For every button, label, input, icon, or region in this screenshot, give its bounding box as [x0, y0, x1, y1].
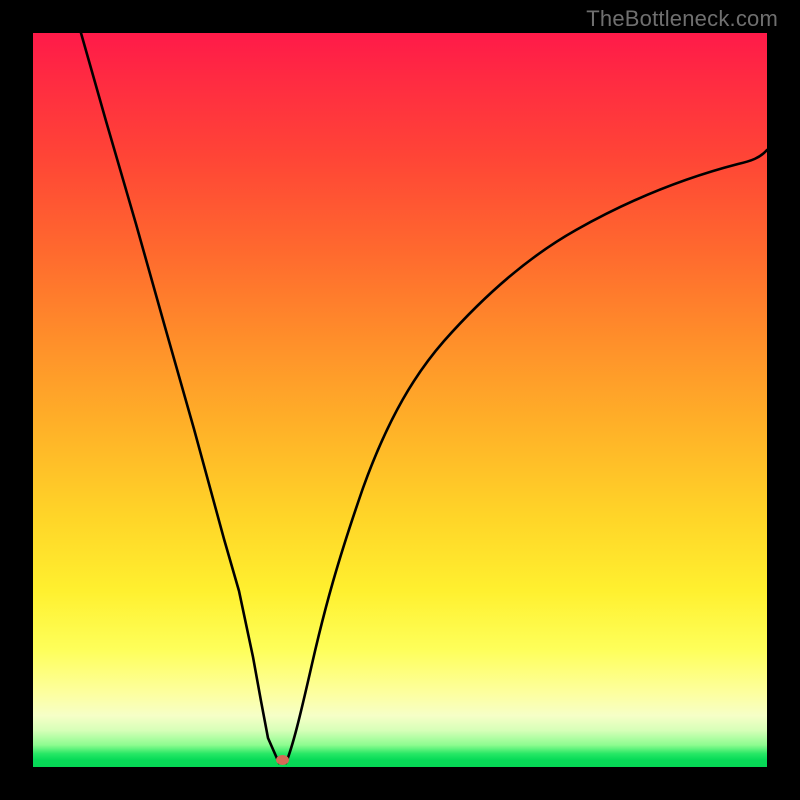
plot-area: [33, 33, 767, 767]
curve-right-branch: [286, 150, 767, 763]
curve-left-branch: [81, 33, 279, 763]
watermark-text: TheBottleneck.com: [586, 6, 778, 32]
bottleneck-curve: [33, 33, 767, 767]
min-point-marker: [276, 755, 289, 765]
outer-frame: TheBottleneck.com: [0, 0, 800, 800]
